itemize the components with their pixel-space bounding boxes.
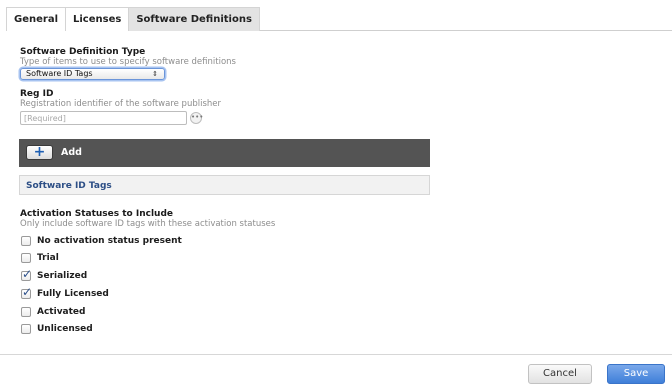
plus-icon: + xyxy=(33,144,46,160)
checkbox-label: Unlicensed xyxy=(37,324,93,334)
checkbox[interactable] xyxy=(21,307,31,317)
activation-statuses-description: Only include software ID tags with these… xyxy=(20,219,276,229)
select-arrows-icon: ⇕ xyxy=(152,70,158,78)
checkbox[interactable] xyxy=(21,324,31,334)
reg-id-input[interactable] xyxy=(20,111,187,125)
checkbox[interactable] xyxy=(21,236,31,246)
checkbox-label: Fully Licensed xyxy=(37,289,109,299)
checkbox[interactable] xyxy=(21,253,31,263)
checkbox-row-unlicensed[interactable]: Unlicensed xyxy=(21,323,93,335)
checkbox-label: Trial xyxy=(37,253,59,263)
reg-id-description: Registration identifier of the software … xyxy=(20,99,221,109)
checkmark-icon: ✓ xyxy=(22,267,33,281)
tab-general[interactable]: General xyxy=(6,7,66,31)
software-definition-type-select[interactable]: Software ID Tags ⇕ xyxy=(20,68,165,80)
more-options-icon[interactable]: ••• xyxy=(190,112,203,124)
add-label: Add xyxy=(61,147,82,158)
checkbox-row-trial[interactable]: Trial xyxy=(21,252,59,264)
checkbox-row-no-activation-status[interactable]: No activation status present xyxy=(21,235,182,247)
checkbox-row-serialized[interactable]: ✓ Serialized xyxy=(21,267,88,282)
software-definition-type-title: Software Definition Type xyxy=(20,47,146,57)
checkbox[interactable]: ✓ xyxy=(21,267,32,281)
tab-licenses[interactable]: Licenses xyxy=(65,7,130,31)
checkbox-row-activated[interactable]: Activated xyxy=(21,306,85,318)
software-id-tags-section: Software ID Tags xyxy=(19,175,430,195)
tab-software-definitions[interactable]: Software Definitions xyxy=(128,7,260,31)
activation-statuses-title: Activation Statuses to Include xyxy=(20,209,174,219)
software-definition-type-description: Type of items to use to specify software… xyxy=(20,57,236,67)
reg-id-title: Reg ID xyxy=(20,89,54,99)
checkbox-label: No activation status present xyxy=(37,236,182,246)
software-definition-type-value: Software ID Tags xyxy=(26,69,93,78)
footer-divider xyxy=(0,354,672,355)
checkmark-icon: ✓ xyxy=(22,285,33,299)
checkbox[interactable]: ✓ xyxy=(21,285,32,299)
tab-bar: General Licenses Software Definitions xyxy=(6,7,672,31)
checkbox-row-fully-licensed[interactable]: ✓ Fully Licensed xyxy=(21,285,109,300)
section-title: Software ID Tags xyxy=(26,181,112,191)
add-button[interactable]: + xyxy=(26,145,53,160)
save-button[interactable]: Save xyxy=(607,364,665,384)
checkbox-label: Serialized xyxy=(37,271,88,281)
add-toolbar: + Add xyxy=(19,139,430,167)
cancel-button[interactable]: Cancel xyxy=(528,364,592,384)
checkbox-label: Activated xyxy=(37,307,86,317)
